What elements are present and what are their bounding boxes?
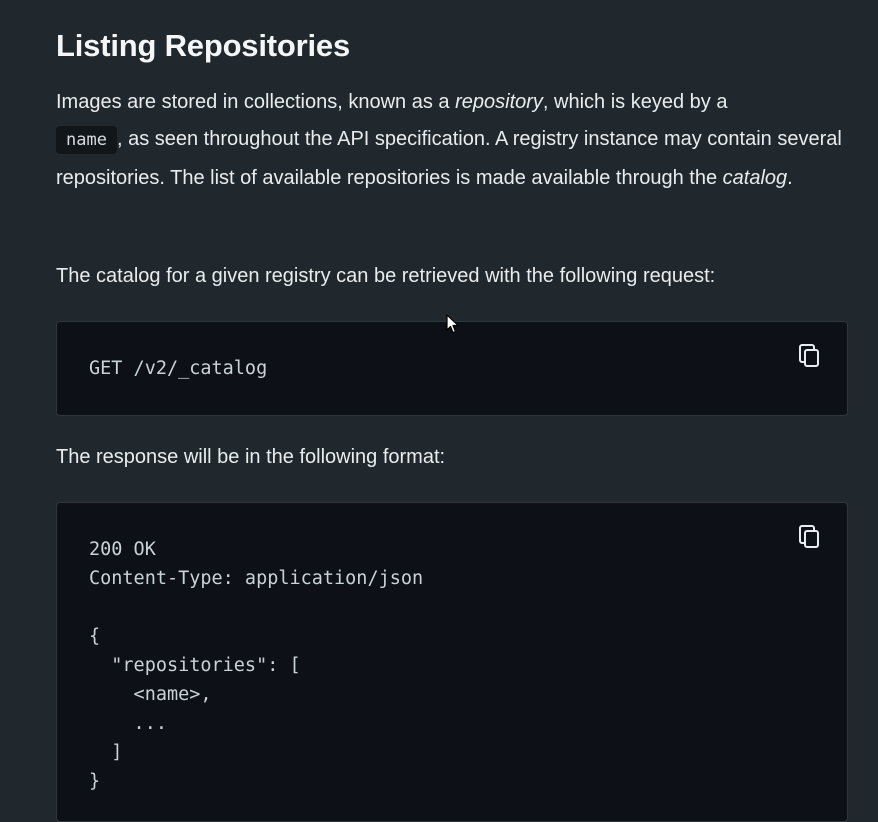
copy-icon[interactable] — [797, 523, 821, 549]
mouse-pointer-icon — [446, 314, 459, 334]
intro-text-2: , which is keyed by a — [542, 91, 728, 113]
code-block-response: 200 OK Content-Type: application/json { … — [56, 502, 848, 822]
code-response[interactable]: 200 OK Content-Type: application/json { … — [89, 535, 423, 796]
intro-em-repository: repository — [455, 91, 543, 113]
intro-paragraph: Images are stored in collections, known … — [56, 84, 850, 197]
inline-code-name: name — [56, 126, 117, 155]
code-block-request: GET /v2/_catalog — [56, 321, 848, 416]
copy-icon[interactable] — [797, 342, 821, 368]
code-request[interactable]: GET /v2/_catalog — [89, 354, 267, 383]
intro-text-1: Images are stored in collections, known … — [56, 91, 456, 113]
catalog-request-paragraph: The catalog for a given registry can be … — [56, 265, 716, 287]
intro-text-4: . — [787, 166, 793, 189]
page-title: Listing Repositories — [56, 28, 350, 63]
intro-em-catalog: catalog — [722, 166, 788, 189]
response-paragraph: The response will be in the following fo… — [56, 446, 446, 468]
